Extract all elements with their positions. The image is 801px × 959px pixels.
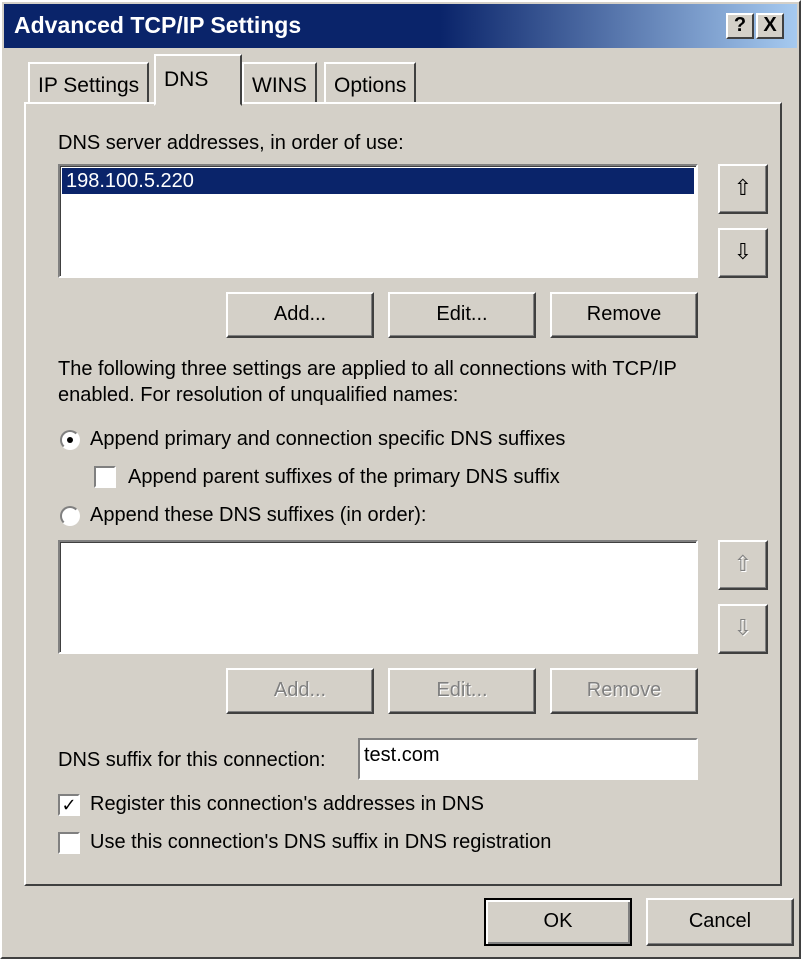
ok-button[interactable]: OK: [484, 898, 632, 946]
suffix-move-up-button[interactable]: ⇧: [718, 540, 768, 590]
dns-suffix-input[interactable]: test.com: [358, 738, 698, 780]
append-primary-radio[interactable]: [60, 430, 80, 450]
dns-suffix-label: DNS suffix for this connection:: [58, 749, 326, 771]
cancel-button[interactable]: Cancel: [646, 898, 794, 946]
dns-edit-button[interactable]: Edit...: [388, 292, 536, 338]
checkmark-icon: ✓: [61, 795, 77, 815]
help-button[interactable]: ?: [726, 13, 754, 39]
append-parent-checkbox[interactable]: [94, 466, 116, 488]
radio-dot: [67, 437, 73, 443]
append-parent-label[interactable]: Append parent suffixes of the primary DN…: [128, 466, 560, 489]
description-line-2: enabled. For resolution of unqualified n…: [58, 384, 459, 406]
dns-server-list[interactable]: 198.100.5.220: [58, 164, 698, 278]
dns-server-addresses-label: DNS server addresses, in order of use:: [58, 132, 404, 154]
suffix-move-down-button[interactable]: ⇩: [718, 604, 768, 654]
use-suffix-registration-checkbox[interactable]: [58, 832, 80, 854]
register-addresses-checkbox[interactable]: ✓: [58, 794, 80, 816]
tab-wins[interactable]: WINS: [242, 62, 317, 104]
append-these-radio[interactable]: [60, 506, 80, 526]
tab-dns[interactable]: DNS: [154, 54, 242, 106]
suffix-add-button[interactable]: Add...: [226, 668, 374, 714]
suffix-remove-button[interactable]: Remove: [550, 668, 698, 714]
window-title: Advanced TCP/IP Settings: [14, 12, 302, 38]
append-primary-label[interactable]: Append primary and connection specific D…: [90, 428, 565, 451]
arrow-down-icon: ⇩: [733, 239, 753, 264]
advanced-tcpip-settings-dialog: Advanced TCP/IP Settings ? X IP Settings…: [0, 0, 801, 959]
dns-suffix-list[interactable]: [58, 540, 698, 654]
tab-ip-settings[interactable]: IP Settings: [28, 62, 150, 104]
use-suffix-registration-label[interactable]: Use this connection's DNS suffix in DNS …: [90, 831, 551, 854]
append-these-label[interactable]: Append these DNS suffixes (in order):: [90, 504, 426, 527]
arrow-down-icon: ⇩: [733, 615, 753, 640]
suffix-edit-button[interactable]: Edit...: [388, 668, 536, 714]
register-addresses-label[interactable]: Register this connection's addresses in …: [90, 793, 484, 816]
arrow-up-icon: ⇧: [733, 551, 753, 576]
list-item[interactable]: 198.100.5.220: [62, 168, 694, 194]
move-down-button[interactable]: ⇩: [718, 228, 768, 278]
arrow-up-icon: ⇧: [733, 175, 753, 200]
dns-remove-button[interactable]: Remove: [550, 292, 698, 338]
dns-tab-panel: DNS server addresses, in order of use: 1…: [24, 102, 782, 886]
tab-options[interactable]: Options: [324, 62, 417, 104]
close-button[interactable]: X: [756, 13, 784, 39]
title-bar[interactable]: Advanced TCP/IP Settings ? X: [4, 4, 797, 48]
description-line-1: The following three settings are applied…: [58, 358, 677, 380]
dns-add-button[interactable]: Add...: [226, 292, 374, 338]
move-up-button[interactable]: ⇧: [718, 164, 768, 214]
